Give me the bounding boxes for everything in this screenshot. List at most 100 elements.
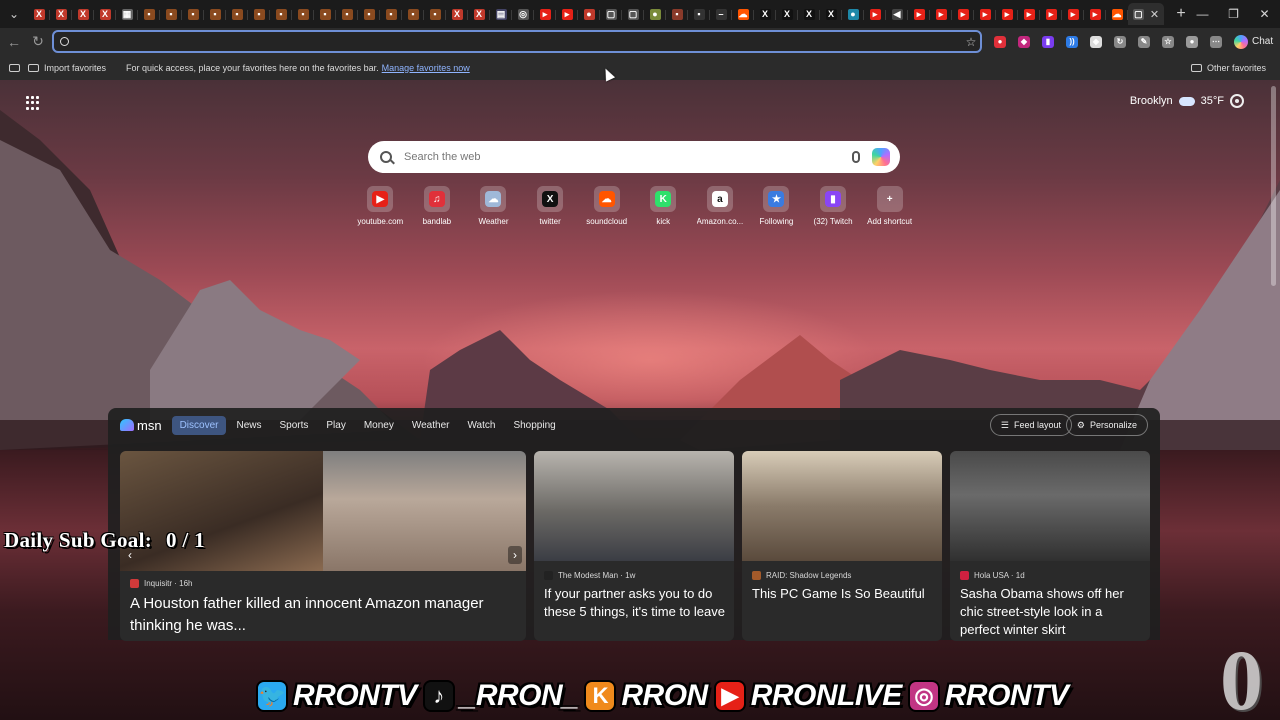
shortcut-amazon-co[interactable]: a Amazon.co... <box>692 186 749 226</box>
tab[interactable]: ▸ <box>556 3 578 25</box>
tab[interactable]: ▪ <box>402 3 424 25</box>
card-title[interactable]: A Houston father killed an innocent Amaz… <box>130 593 518 637</box>
close-tab-icon[interactable]: ✕ <box>1150 8 1159 21</box>
shortcut--32-twitch[interactable]: ▮ (32) Twitch <box>805 186 862 226</box>
news-card[interactable]: RAID: Shadow Legends This PC Game Is So … <box>742 451 942 641</box>
import-favorites-button[interactable]: Import favorites <box>28 63 106 73</box>
tab[interactable]: ▪ <box>358 3 380 25</box>
tab[interactable]: ▪ <box>270 3 292 25</box>
feed-tab-weather[interactable]: Weather <box>404 416 458 435</box>
feed-tab-money[interactable]: Money <box>356 416 402 435</box>
back-button[interactable]: ← <box>2 30 26 54</box>
tab[interactable]: X <box>468 3 490 25</box>
tab[interactable]: ▸ <box>1084 3 1106 25</box>
tab[interactable]: ◎ <box>512 3 534 25</box>
tab[interactable]: ▪ <box>138 3 160 25</box>
address-bar[interactable]: ☆ <box>52 30 982 53</box>
tab[interactable]: ● <box>578 3 600 25</box>
tab[interactable]: ▸ <box>1062 3 1084 25</box>
tab[interactable]: ▪ <box>204 3 226 25</box>
tab[interactable]: X <box>50 3 72 25</box>
feed-tab-watch[interactable]: Watch <box>459 416 503 435</box>
tab[interactable]: X <box>754 3 776 25</box>
tab-active[interactable]: ▢ ✕ <box>1128 3 1164 25</box>
tab[interactable]: X <box>446 3 468 25</box>
tab[interactable]: ▸ <box>930 3 952 25</box>
tab[interactable]: ● <box>842 3 864 25</box>
tab[interactable]: ▪ <box>336 3 358 25</box>
add-favorite-star-icon[interactable]: ☆ <box>962 35 980 49</box>
personalize-button[interactable]: ⚙ Personalize <box>1065 414 1148 436</box>
copilot-chat-button[interactable]: Chat <box>1234 34 1273 49</box>
red-drop-extension-button[interactable]: ● <box>988 30 1012 54</box>
tab[interactable]: ▪ <box>292 3 314 25</box>
tab[interactable]: ▸ <box>534 3 556 25</box>
restore-button[interactable]: ❐ <box>1218 0 1249 28</box>
pink-extension-button[interactable]: ◆ <box>1012 30 1036 54</box>
more-extension-button[interactable]: ⋯ <box>1204 30 1228 54</box>
tab[interactable]: X <box>798 3 820 25</box>
news-card[interactable]: The Modest Man · 1w If your partner asks… <box>534 451 734 641</box>
favorites-bar-menu-icon[interactable] <box>9 63 20 72</box>
refresh-ext-extension-button[interactable]: ↻ <box>1108 30 1132 54</box>
tab[interactable]: ▢ <box>622 3 644 25</box>
shortcut-add-shortcut[interactable]: + Add shortcut <box>861 186 918 226</box>
tab[interactable]: ▪ <box>688 3 710 25</box>
web-search-input[interactable] <box>404 151 852 163</box>
tab[interactable]: ▪ <box>314 3 336 25</box>
shortcut-weather[interactable]: ☁ Weather <box>465 186 522 226</box>
tab[interactable]: – <box>710 3 732 25</box>
tab[interactable]: ▢ <box>600 3 622 25</box>
address-input[interactable] <box>75 34 962 49</box>
tab[interactable]: X <box>776 3 798 25</box>
tab[interactable]: ▸ <box>952 3 974 25</box>
page-scrollbar[interactable] <box>1271 86 1276 286</box>
tab[interactable]: X <box>72 3 94 25</box>
msn-logo[interactable]: msn <box>120 418 162 433</box>
manage-favorites-link[interactable]: Manage favorites now <box>382 63 470 73</box>
wave-extension-button[interactable]: )) <box>1060 30 1084 54</box>
feed-layout-button[interactable]: ☰ Feed layout <box>989 414 1072 436</box>
tab[interactable]: X <box>820 3 842 25</box>
web-search-box[interactable] <box>368 141 900 173</box>
tab[interactable]: ▪ <box>666 3 688 25</box>
tab[interactable]: ▸ <box>996 3 1018 25</box>
shortcut-twitter[interactable]: Xtwitter <box>522 186 579 226</box>
tab[interactable]: ▪ <box>380 3 402 25</box>
tab[interactable]: ▸ <box>1040 3 1062 25</box>
shortcut-kick[interactable]: Kkick <box>635 186 692 226</box>
card-title[interactable]: If your partner asks you to do these 5 t… <box>544 585 726 621</box>
tab[interactable]: X <box>28 3 50 25</box>
news-card[interactable]: Hola USA · 1d Sasha Obama shows off her … <box>950 451 1150 641</box>
tab[interactable]: ▦ <box>116 3 138 25</box>
feed-tab-discover[interactable]: Discover <box>171 415 227 435</box>
tab[interactable]: ▸ <box>908 3 930 25</box>
tab[interactable]: X <box>94 3 116 25</box>
tab[interactable]: ▪ <box>160 3 182 25</box>
shortcut-soundcloud[interactable]: ☁ soundcloud <box>578 186 635 226</box>
card-title[interactable]: This PC Game Is So Beautiful <box>752 585 934 603</box>
tab[interactable]: ▸ <box>864 3 886 25</box>
copilot-search-icon[interactable] <box>872 148 890 166</box>
feed-tab-play[interactable]: Play <box>318 416 353 435</box>
favorites-extension-button[interactable]: ☆ <box>1156 30 1180 54</box>
tab[interactable]: ● <box>644 3 666 25</box>
page-settings-gear-icon[interactable] <box>1230 94 1244 108</box>
tab[interactable]: ▪ <box>248 3 270 25</box>
tab[interactable]: ▤ <box>490 3 512 25</box>
shortcut-bandlab[interactable]: ♫ bandlab <box>409 186 466 226</box>
tab[interactable]: ☁ <box>1106 3 1128 25</box>
profile-extension-button[interactable]: ● <box>1180 30 1204 54</box>
tab[interactable]: ◀ <box>886 3 908 25</box>
tab[interactable]: ☁ <box>732 3 754 25</box>
tab[interactable]: ▪ <box>182 3 204 25</box>
carousel-next-icon[interactable]: › <box>508 546 522 564</box>
apps-launcher-icon[interactable] <box>26 96 40 110</box>
close-window-button[interactable]: ✕ <box>1249 0 1280 28</box>
twitch-ext-extension-button[interactable]: ▮ <box>1036 30 1060 54</box>
weather-widget[interactable]: Brooklyn 35°F <box>1130 95 1224 107</box>
tab-actions-menu-button[interactable]: ⌄ <box>0 0 28 28</box>
feed-tab-news[interactable]: News <box>228 416 269 435</box>
minimize-button[interactable]: — <box>1187 0 1218 28</box>
tab[interactable]: ▪ <box>226 3 248 25</box>
